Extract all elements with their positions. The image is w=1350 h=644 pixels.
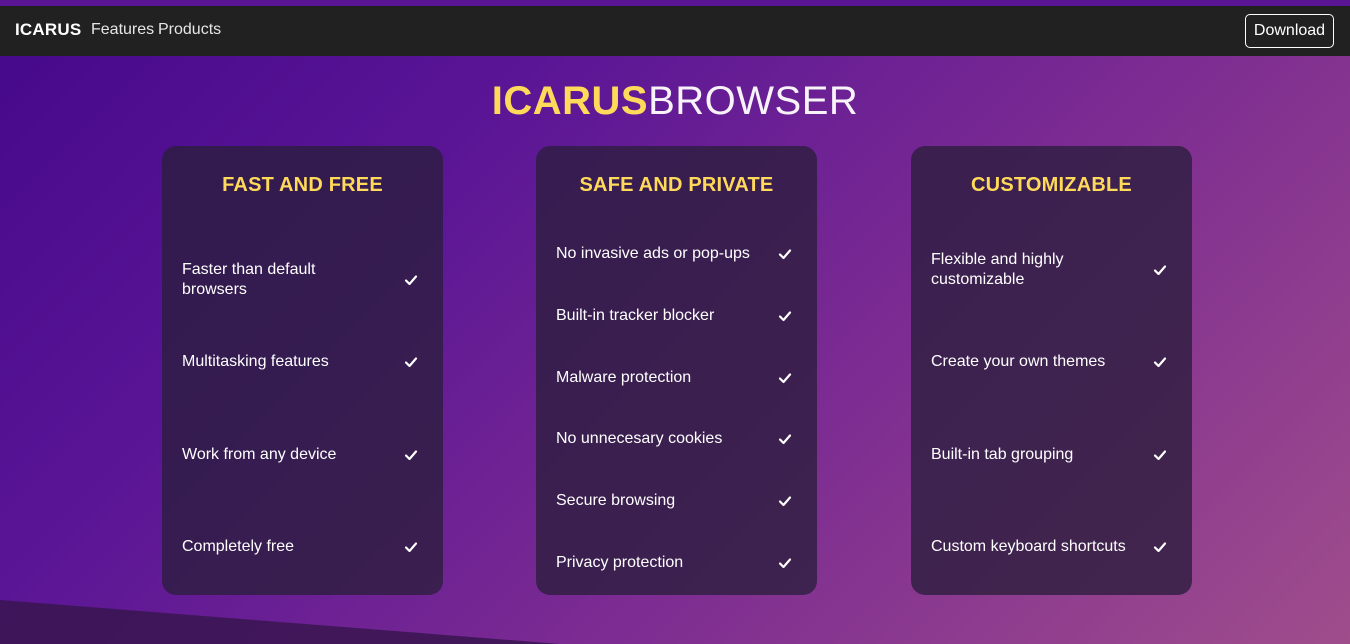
feature-item: Custom keyboard shortcuts <box>931 537 1172 557</box>
feature-item: Built-in tab grouping <box>931 445 1172 465</box>
card-customizable: CUSTOMIZABLE Flexible and highly customi… <box>911 146 1192 595</box>
card-title: FAST AND FREE <box>222 174 383 196</box>
feature-label: Multitasking features <box>182 353 329 370</box>
feature-label: Completely free <box>182 538 295 555</box>
check-icon <box>1153 450 1167 461</box>
feature-item: Faster than default browsers <box>182 260 423 300</box>
feature-item: No unnecesary cookies <box>556 429 797 449</box>
check-icon <box>404 357 418 368</box>
download-button[interactable]: Download <box>1245 14 1334 48</box>
hero-title-browser: BROWSER <box>648 79 859 123</box>
check-icon <box>404 275 418 286</box>
check-icon <box>404 450 418 461</box>
navbar: ICARUS Features Products Download <box>0 6 1350 56</box>
feature-item: Work from any device <box>182 445 423 465</box>
card-title: CUSTOMIZABLE <box>971 174 1132 196</box>
feature-label: Built-in tab grouping <box>931 446 1074 463</box>
feature-item: Create your own themes <box>931 352 1172 372</box>
check-icon <box>778 311 792 322</box>
nav-link-features[interactable]: Features <box>91 21 154 39</box>
feature-label: Built-in tracker blocker <box>556 307 715 324</box>
feature-label: Malware protection <box>556 369 692 386</box>
feature-label: Privacy protection <box>556 554 684 571</box>
card-fast-and-free: FAST AND FREE Faster than default browse… <box>162 146 443 595</box>
feature-label: Work from any device <box>182 446 337 463</box>
nav-link-products[interactable]: Products <box>158 21 221 39</box>
check-icon <box>778 558 792 569</box>
feature-item: Built-in tracker blocker <box>556 306 797 326</box>
check-icon <box>778 434 792 445</box>
feature-label: Flexible and highly customizable <box>931 251 1064 288</box>
brand-logo[interactable]: ICARUS <box>15 20 81 40</box>
feature-item: Secure browsing <box>556 491 797 511</box>
feature-item: Completely free <box>182 537 423 557</box>
hero-title-icarus: ICARUS <box>491 79 649 123</box>
feature-label: No invasive ads or pop-ups <box>556 245 750 262</box>
card-safe-and-private: SAFE AND PRIVATE No invasive ads or pop-… <box>536 146 817 595</box>
feature-label: No unnecesary cookies <box>556 430 723 447</box>
feature-item: Privacy protection <box>556 553 797 573</box>
feature-item: Flexible and highly customizable <box>931 250 1172 290</box>
hero-title: ICARUSBROWSER <box>0 78 1350 124</box>
feature-label: Faster than default browsers <box>182 261 316 298</box>
check-icon <box>778 249 792 260</box>
check-icon <box>778 496 792 507</box>
feature-label: Secure browsing <box>556 492 676 509</box>
check-icon <box>778 373 792 384</box>
check-icon <box>1153 542 1167 553</box>
feature-item: Malware protection <box>556 368 797 388</box>
check-icon <box>1153 265 1167 276</box>
feature-item: Multitasking features <box>182 352 423 372</box>
feature-label: Custom keyboard shortcuts <box>931 538 1126 555</box>
feature-label: Create your own themes <box>931 353 1106 370</box>
card-title: SAFE AND PRIVATE <box>579 174 774 196</box>
feature-item: No invasive ads or pop-ups <box>556 244 797 264</box>
check-icon <box>1153 357 1167 368</box>
check-icon <box>404 542 418 553</box>
